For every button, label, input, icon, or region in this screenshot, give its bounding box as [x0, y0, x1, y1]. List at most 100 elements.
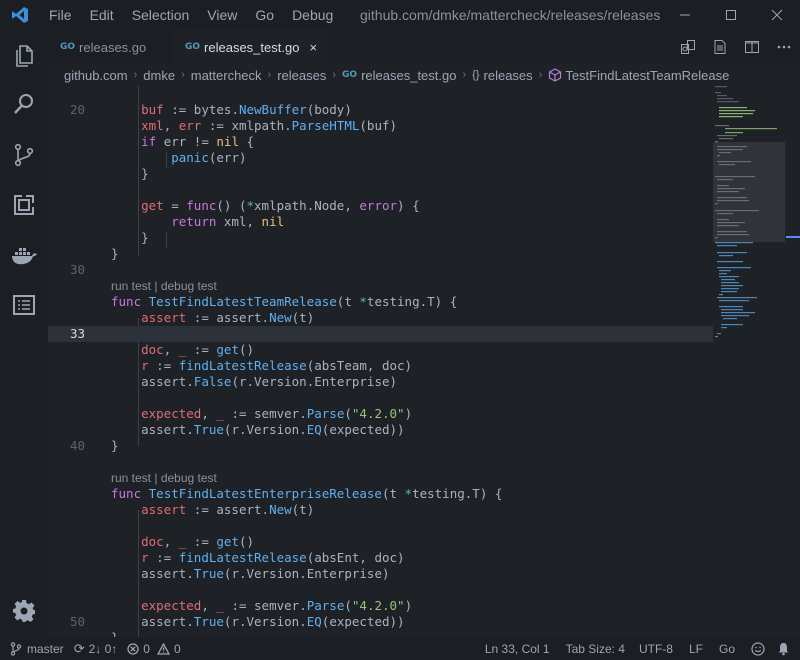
minimap[interactable] — [713, 86, 800, 637]
chevron-right-icon: › — [538, 69, 543, 81]
sync-counts: 2↓ 0↑ — [88, 641, 118, 656]
list-icon — [13, 295, 35, 315]
sync-status[interactable]: ⟳ 2↓ 0↑ — [69, 637, 123, 660]
smiley-icon — [751, 641, 765, 656]
breadcrumb-item[interactable]: releases — [277, 68, 326, 83]
encoding-status[interactable]: UTF-8 — [631, 637, 681, 660]
codelens-separator: | — [151, 471, 161, 485]
chevron-right-icon: › — [332, 69, 337, 81]
code-area[interactable]: 20 buf := bytes.NewBuffer(body) xml, err… — [48, 86, 713, 637]
git-branch-status[interactable]: master — [0, 637, 69, 660]
compare-changes-icon — [681, 40, 695, 54]
extensions-button[interactable] — [0, 181, 48, 229]
open-preview-button[interactable] — [704, 30, 736, 64]
go-file-icon: GO — [60, 42, 76, 52]
menu-view[interactable]: View — [198, 0, 246, 30]
breadcrumb-item[interactable]: dmke — [143, 68, 175, 83]
tab-releases-test-go[interactable]: GO releases_test.go × — [173, 30, 327, 64]
gear-icon — [13, 600, 35, 622]
tab-size-status[interactable]: Tab Size: 4 — [560, 637, 631, 660]
go-file-icon: GO — [342, 70, 358, 80]
close-window-button[interactable] — [754, 0, 800, 30]
branch-name: master — [27, 641, 64, 656]
code-line-24: } — [141, 166, 149, 181]
debug-test-link[interactable]: debug test — [161, 471, 217, 485]
breadcrumb-item[interactable]: mattercheck — [191, 68, 262, 83]
problems-status[interactable]: 0 0 — [122, 637, 185, 660]
source-control-button[interactable] — [0, 131, 48, 179]
breadcrumb-file[interactable]: releases_test.go — [361, 68, 456, 83]
code-line-34: doc, _ := get() — [141, 342, 255, 357]
minimize-icon — [680, 14, 690, 16]
code-line-46: r := findLatestRelease(absEnt, doc) — [141, 550, 405, 565]
warning-icon — [156, 642, 170, 655]
output-panel-button[interactable] — [0, 281, 48, 329]
run-test-link[interactable]: run test — [111, 471, 151, 485]
menu-go[interactable]: Go — [246, 0, 283, 30]
search-icon — [14, 94, 33, 114]
menu-selection[interactable]: Selection — [123, 0, 199, 30]
run-test-link[interactable]: run test — [111, 279, 151, 293]
minimize-button[interactable] — [662, 0, 708, 30]
eol-status[interactable]: LF — [681, 637, 711, 660]
code-line-27: return xml, nil — [171, 214, 285, 229]
cursor-position[interactable]: Ln 33, Col 1 — [475, 637, 560, 660]
breadcrumb: github.com › dmke › mattercheck › releas… — [48, 64, 800, 86]
code-line-51: } — [48, 630, 713, 637]
scrollbar-cursor-marker — [786, 236, 800, 238]
code-line-40: 40} — [69, 438, 119, 453]
search-button[interactable] — [0, 80, 48, 128]
breadcrumb-item[interactable]: github.com — [64, 68, 128, 83]
explorer-button[interactable] — [0, 32, 48, 80]
language-mode-status[interactable]: Go — [711, 637, 743, 660]
code-line-28: } — [141, 230, 149, 245]
tab-label: releases.go — [79, 39, 147, 55]
code-editor[interactable]: 20 buf := bytes.NewBuffer(body) xml, err… — [48, 86, 800, 637]
code-line-50: 50 assert.True(r.Version.EQ(expected)) — [69, 614, 405, 629]
maximize-button[interactable] — [708, 0, 754, 30]
menu-edit[interactable]: Edit — [81, 0, 123, 30]
more-actions-button[interactable] — [768, 30, 800, 64]
codelens-separator: | — [151, 279, 161, 293]
feedback-button[interactable] — [743, 637, 773, 660]
window-controls — [662, 0, 800, 30]
tab-close-button[interactable]: × — [309, 40, 317, 55]
split-editor-button[interactable] — [736, 30, 768, 64]
code-line-22: if err != nil { — [141, 134, 255, 149]
preview-icon — [714, 40, 726, 54]
sync-icon: ⟳ — [73, 640, 85, 656]
code-line-36: assert.False(r.Version.Enterprise) — [141, 374, 398, 389]
code-line-23: panic(err) — [171, 150, 247, 165]
debug-test-link[interactable]: debug test — [161, 279, 217, 293]
method-cube-icon — [549, 68, 562, 82]
activity-bar — [0, 30, 48, 637]
notifications-button[interactable] — [773, 637, 800, 660]
breadcrumb-function[interactable]: TestFindLatestTeamRelease — [565, 68, 729, 83]
code-line-49: expected, _ := semver.Parse("4.2.0") — [141, 598, 413, 613]
code-line-20: 20 buf := bytes.NewBuffer(body) — [69, 102, 352, 117]
close-icon — [771, 9, 783, 21]
code-line-31: func TestFindLatestTeamRelease(t *testin… — [111, 294, 458, 309]
window-title: github.com/dmke/mattercheck/releases/rel… — [360, 7, 660, 23]
go-file-icon: GO — [185, 42, 201, 52]
menu-file[interactable]: File — [40, 0, 81, 30]
code-line-35: r := findLatestRelease(absTeam, doc) — [141, 358, 413, 373]
open-changes-button[interactable] — [672, 30, 704, 64]
namespace-icon: {} — [472, 69, 480, 81]
settings-button[interactable] — [0, 587, 48, 635]
docker-button[interactable] — [0, 232, 48, 280]
tab-releases-go[interactable]: GO releases.go — [48, 30, 172, 64]
split-editor-icon — [745, 41, 759, 53]
code-line-45: doc, _ := get() — [141, 534, 255, 549]
error-count: 0 — [143, 641, 150, 656]
files-icon — [16, 45, 33, 67]
codelens: run test | debug test — [48, 470, 713, 486]
menu-debug[interactable]: Debug — [283, 0, 342, 30]
breadcrumb-symbol[interactable]: releases — [484, 68, 533, 83]
vscode-logo-icon — [0, 0, 40, 30]
code-line-32: assert := assert.New(t) — [141, 310, 315, 325]
minimap-slider[interactable] — [713, 142, 785, 242]
error-icon — [127, 642, 139, 655]
